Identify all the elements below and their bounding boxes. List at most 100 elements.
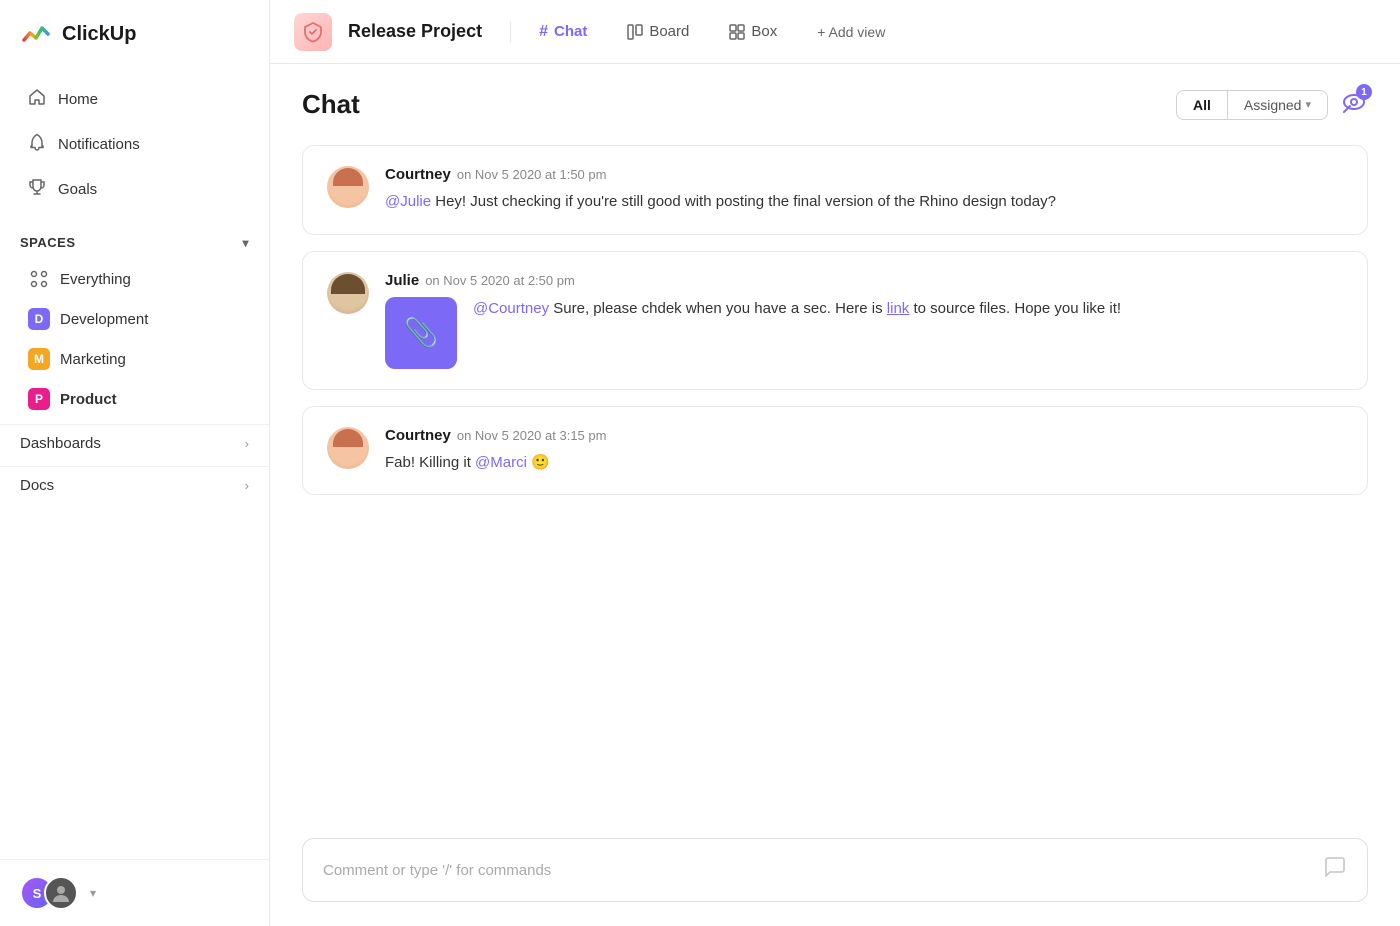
board-icon bbox=[627, 24, 643, 40]
everything-icon bbox=[28, 268, 50, 290]
project-icon bbox=[294, 13, 332, 51]
everything-label: Everything bbox=[60, 271, 131, 288]
message-1-content: Hey! Just checking if you're still good … bbox=[435, 193, 1056, 210]
development-badge: D bbox=[28, 308, 50, 330]
message-2: Julie on Nov 5 2020 at 2:50 pm 📎 @Courtn… bbox=[302, 251, 1368, 390]
logo-area: ClickUp bbox=[0, 0, 269, 68]
filter-all-tab[interactable]: All bbox=[1177, 91, 1227, 119]
comment-placeholder: Comment or type '/' for commands bbox=[323, 862, 551, 879]
message-3-text: Fab! Killing it @Marci 🙂 bbox=[385, 452, 1343, 475]
sidebar-item-development[interactable]: D Development bbox=[8, 300, 261, 338]
clickup-logo-icon bbox=[20, 18, 52, 50]
user-menu-chevron-icon[interactable]: ▾ bbox=[90, 886, 96, 900]
sidebar-footer: S ▾ bbox=[0, 859, 269, 926]
dashboards-chevron-icon: › bbox=[245, 436, 249, 451]
sidebar-item-marketing[interactable]: M Marketing bbox=[8, 340, 261, 378]
message-1-time: on Nov 5 2020 at 1:50 pm bbox=[457, 167, 607, 182]
main-content: Release Project # Chat Board Box + Add v… bbox=[270, 0, 1400, 926]
project-title: Release Project bbox=[348, 21, 482, 42]
docs-label: Docs bbox=[20, 477, 54, 494]
box-icon bbox=[729, 24, 745, 40]
avatar-courtney-2 bbox=[327, 427, 369, 469]
trophy-icon bbox=[28, 178, 46, 201]
tab-box[interactable]: Box bbox=[717, 17, 789, 46]
sidebar-item-home[interactable]: Home bbox=[8, 78, 261, 121]
chat-title: Chat bbox=[302, 89, 360, 120]
add-view-button[interactable]: + Add view bbox=[805, 18, 897, 46]
dashboards-label: Dashboards bbox=[20, 435, 101, 452]
mention-julie[interactable]: @Julie bbox=[385, 193, 431, 210]
message-3-meta: Courtney on Nov 5 2020 at 3:15 pm bbox=[385, 427, 1343, 444]
paperclip-icon: 📎 bbox=[404, 316, 439, 349]
message-2-meta: Julie on Nov 5 2020 at 2:50 pm bbox=[385, 272, 1343, 289]
mention-marci[interactable]: @Marci bbox=[475, 454, 527, 471]
bell-icon bbox=[28, 133, 46, 156]
tab-chat-label: Chat bbox=[554, 23, 587, 40]
tab-board-label: Board bbox=[649, 23, 689, 40]
message-1: Courtney on Nov 5 2020 at 1:50 pm @Julie… bbox=[302, 145, 1368, 235]
tab-board[interactable]: Board bbox=[615, 17, 701, 46]
chat-header: Chat All Assigned ▾ bbox=[270, 64, 1400, 137]
assigned-chevron-icon: ▾ bbox=[1305, 98, 1311, 111]
watch-button[interactable]: 1 bbox=[1340, 88, 1368, 121]
message-1-body: Courtney on Nov 5 2020 at 1:50 pm @Julie… bbox=[385, 166, 1343, 214]
message-2-time: on Nov 5 2020 at 2:50 pm bbox=[425, 273, 575, 288]
topbar: Release Project # Chat Board Box + Add v… bbox=[270, 0, 1400, 64]
product-badge: P bbox=[28, 388, 50, 410]
message-2-author: Julie bbox=[385, 272, 419, 289]
message-3-author: Courtney bbox=[385, 427, 451, 444]
user-avatars[interactable]: S bbox=[20, 876, 78, 910]
logo-text: ClickUp bbox=[62, 23, 136, 46]
message-2-text: @Courtney Sure, please chdek when you ha… bbox=[473, 297, 1121, 321]
message-1-text: @Julie Hey! Just checking if you're stil… bbox=[385, 191, 1343, 214]
sidebar: ClickUp Home Notifications Goals Spaces … bbox=[0, 0, 270, 926]
message-3-body: Courtney on Nov 5 2020 at 3:15 pm Fab! K… bbox=[385, 427, 1343, 475]
marketing-label: Marketing bbox=[60, 351, 126, 368]
sidebar-notifications-label: Notifications bbox=[58, 136, 140, 153]
message-1-meta: Courtney on Nov 5 2020 at 1:50 pm bbox=[385, 166, 1343, 183]
tab-chat[interactable]: # Chat bbox=[527, 17, 599, 47]
avatar-2 bbox=[44, 876, 78, 910]
sidebar-goals-label: Goals bbox=[58, 181, 97, 198]
sidebar-dashboards[interactable]: Dashboards › bbox=[0, 424, 269, 462]
message-3-emoji: 🙂 bbox=[531, 454, 550, 471]
watch-badge: 1 bbox=[1356, 84, 1372, 100]
sidebar-navigation: Home Notifications Goals bbox=[0, 68, 269, 221]
filter-tabs: All Assigned ▾ bbox=[1176, 90, 1328, 120]
tab-divider bbox=[510, 22, 511, 42]
message-2-content: @Courtney Sure, please chdek when you ha… bbox=[473, 297, 1121, 321]
sidebar-item-product[interactable]: P Product bbox=[8, 380, 261, 418]
source-link[interactable]: link bbox=[887, 300, 910, 317]
spaces-label: Spaces bbox=[20, 235, 76, 250]
message-3-time: on Nov 5 2020 at 3:15 pm bbox=[457, 428, 607, 443]
sidebar-docs[interactable]: Docs › bbox=[0, 466, 269, 504]
avatar-julie bbox=[327, 272, 369, 314]
sidebar-item-goals[interactable]: Goals bbox=[8, 168, 261, 211]
development-label: Development bbox=[60, 311, 148, 328]
messages-container: Courtney on Nov 5 2020 at 1:50 pm @Julie… bbox=[270, 137, 1400, 822]
avatar-courtney-1 bbox=[327, 166, 369, 208]
message-3: Courtney on Nov 5 2020 at 3:15 pm Fab! K… bbox=[302, 406, 1368, 496]
message-3-content: Fab! Killing it bbox=[385, 454, 475, 471]
marketing-badge: M bbox=[28, 348, 50, 370]
home-icon bbox=[28, 88, 46, 111]
add-view-label: + Add view bbox=[817, 24, 885, 40]
filter-assigned-tab[interactable]: Assigned ▾ bbox=[1227, 91, 1327, 119]
chat-area: Chat All Assigned ▾ bbox=[270, 64, 1400, 926]
docs-chevron-icon: › bbox=[245, 478, 249, 493]
product-label: Product bbox=[60, 391, 117, 408]
spaces-list: Everything D Development M Marketing P P… bbox=[0, 258, 269, 420]
sidebar-item-notifications[interactable]: Notifications bbox=[8, 123, 261, 166]
spaces-chevron-icon: ▾ bbox=[242, 236, 249, 250]
mention-courtney[interactable]: @Courtney bbox=[473, 300, 549, 317]
chat-hash-icon: # bbox=[539, 23, 548, 41]
message-1-author: Courtney bbox=[385, 166, 451, 183]
comment-input-area[interactable]: Comment or type '/' for commands bbox=[302, 838, 1368, 902]
chat-header-right: All Assigned ▾ 1 bbox=[1176, 88, 1368, 121]
comment-chat-icon bbox=[1323, 855, 1347, 885]
sidebar-home-label: Home bbox=[58, 91, 98, 108]
attachment-thumbnail[interactable]: 📎 bbox=[385, 297, 457, 369]
sidebar-item-everything[interactable]: Everything bbox=[8, 260, 261, 298]
message-2-attachment-area: 📎 @Courtney Sure, please chdek when you … bbox=[385, 297, 1343, 369]
spaces-section-header[interactable]: Spaces ▾ bbox=[0, 221, 269, 258]
